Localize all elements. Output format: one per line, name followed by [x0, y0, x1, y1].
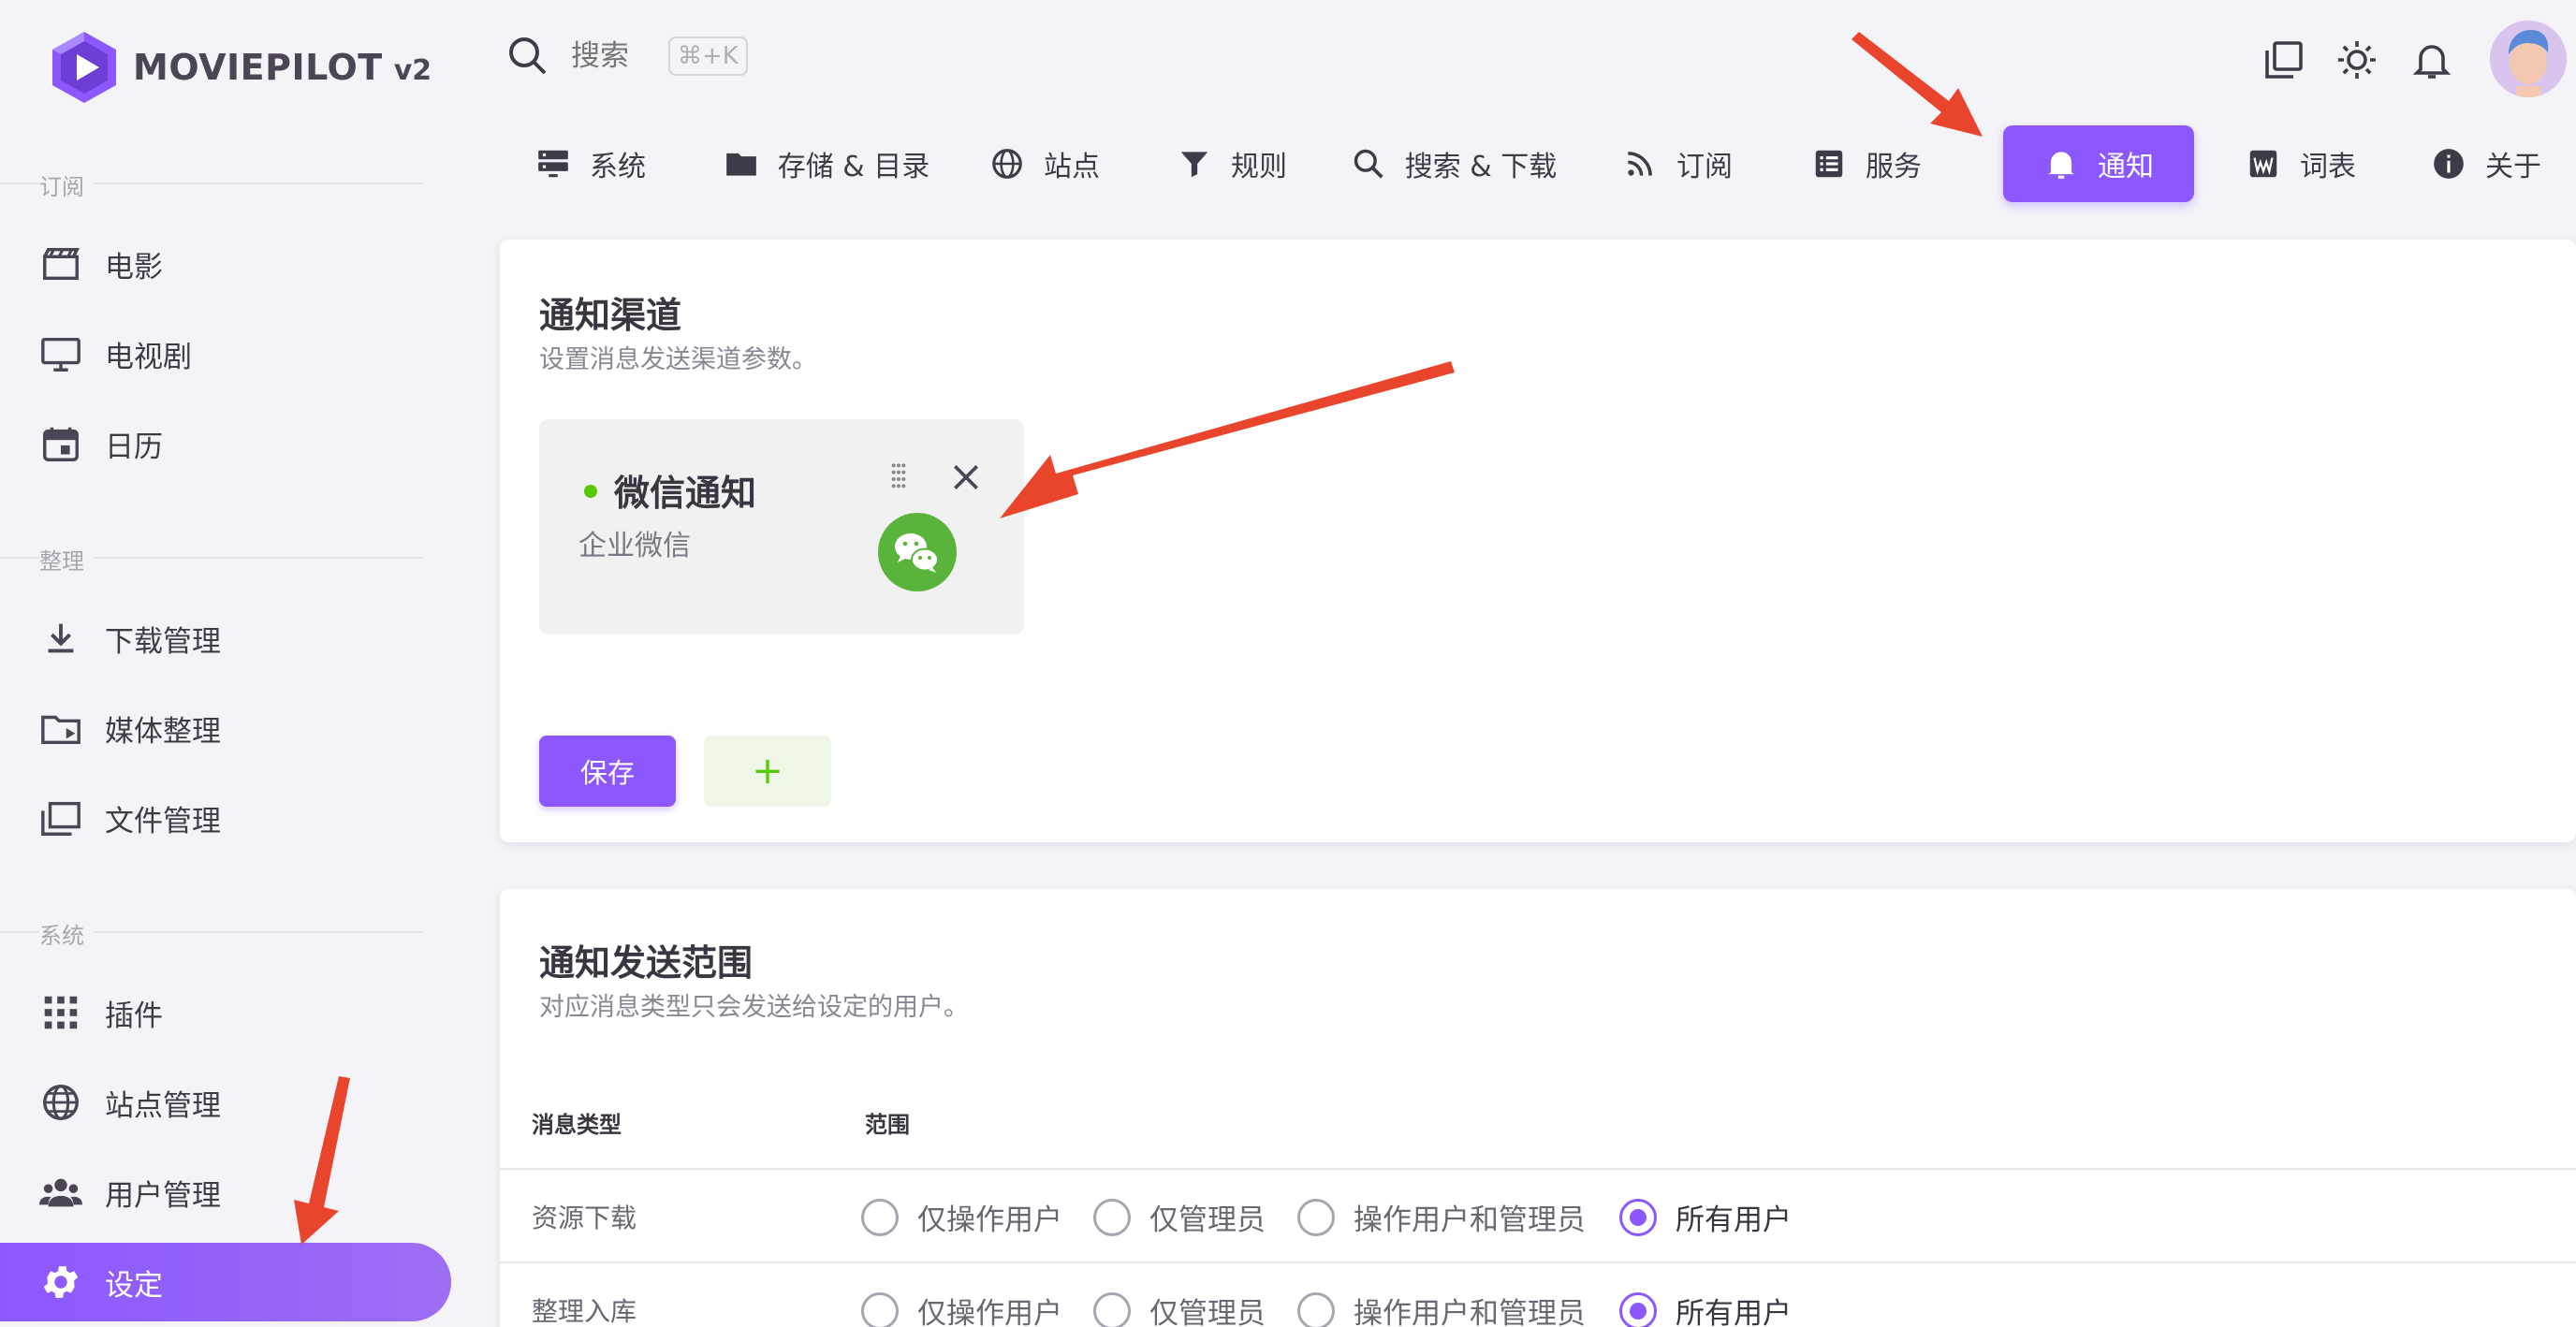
tab-services[interactable]: 服务: [1795, 125, 1938, 202]
apps-grid-icon: [44, 996, 78, 1029]
sidebar-item-users[interactable]: 用户管理: [0, 1153, 451, 1232]
add-channel-button[interactable]: +: [704, 736, 831, 807]
radio-operator-and-admin[interactable]: 操作用户和管理员: [1297, 1196, 1586, 1238]
sidebar-item-downloads[interactable]: 下载管理: [0, 599, 451, 678]
server-icon: [538, 150, 568, 178]
windows-icon[interactable]: [2261, 37, 2306, 82]
theme-sun-icon[interactable]: [2334, 37, 2379, 82]
folder-play-icon: [41, 715, 80, 745]
sidebar-item-label: 文件管理: [105, 804, 221, 838]
sidebar-item-label: 电影: [105, 250, 163, 284]
card-subtitle: 设置消息发送渠道参数。: [539, 345, 817, 374]
message-type-label: 整理入库: [532, 1296, 637, 1327]
radio-admin-only[interactable]: 仅管理员: [1093, 1290, 1266, 1327]
sidebar-item-label: 媒体整理: [105, 714, 221, 749]
search-shortcut-badge: ⌘+K: [668, 36, 748, 76]
app-logo[interactable]: MOVIEPILOT v2: [49, 28, 432, 107]
sidebar: MOVIEPILOT v2 订阅 电影 电视剧 日历 整理 下载管理 媒体整理 …: [0, 0, 468, 1327]
close-icon[interactable]: [947, 459, 985, 496]
message-type-label: 资源下载: [532, 1203, 637, 1233]
sidebar-item-media-organize[interactable]: 媒体整理: [0, 689, 451, 767]
card-title: 通知发送范围: [539, 942, 754, 984]
drag-handle-icon[interactable]: [884, 460, 914, 490]
notification-channels-card: 通知渠道 设置消息发送渠道参数。 微信通知 企业微信 保存 +: [500, 240, 2576, 842]
filter-icon: [1180, 152, 1208, 178]
tab-wordlist[interactable]: 词表: [2230, 125, 2372, 202]
gear-icon: [43, 1266, 79, 1298]
app-name: MOVIEPILOT: [133, 47, 383, 88]
sidebar-item-label: 日历: [105, 430, 163, 464]
tab-rules[interactable]: 规则: [1161, 125, 1303, 202]
nav-section-organize: 整理: [0, 543, 423, 576]
sidebar-item-label: 设定: [105, 1268, 163, 1303]
tab-sites[interactable]: 站点: [973, 125, 1116, 202]
settings-tabs: 系统 存储 & 目录 站点 规则 搜索 & 下载 订阅 服务 通知 词表 关于: [505, 125, 2576, 202]
table-row: 整理入库 仅操作用户 仅管理员 操作用户和管理员 所有用户: [500, 1261, 2576, 1327]
sidebar-item-sites[interactable]: 站点管理: [0, 1063, 451, 1142]
tab-system[interactable]: 系统: [505, 125, 676, 202]
users-icon: [39, 1178, 82, 1207]
search-icon: [509, 37, 547, 75]
moviepilot-logo-icon: [52, 32, 116, 103]
sidebar-item-label: 电视剧: [105, 340, 192, 374]
channel-status-dot: [584, 485, 597, 498]
channel-card-wechat[interactable]: 微信通知 企业微信: [539, 419, 1024, 634]
table-row: 资源下载 仅操作用户 仅管理员 操作用户和管理员 所有用户: [500, 1168, 2576, 1261]
save-button[interactable]: 保存: [539, 736, 676, 807]
nav-section-subscribe: 订阅: [0, 168, 423, 201]
bell-icon: [2047, 152, 2075, 179]
sidebar-item-settings[interactable]: 设定: [0, 1243, 451, 1321]
word-icon: [2249, 150, 2277, 178]
download-icon: [48, 623, 74, 653]
sidebar-item-calendar[interactable]: 日历: [0, 404, 451, 483]
sidebar-item-label: 用户管理: [105, 1178, 221, 1213]
search-icon: [1354, 149, 1383, 179]
avatar-image: [2490, 21, 2567, 97]
channel-type: 企业微信: [578, 530, 691, 562]
tab-about[interactable]: 关于: [2415, 125, 2557, 202]
radio-operator-and-admin[interactable]: 操作用户和管理员: [1297, 1290, 1586, 1327]
sidebar-item-tv[interactable]: 电视剧: [0, 314, 451, 393]
column-header-type: 消息类型: [532, 1112, 622, 1138]
tab-subscribe[interactable]: 订阅: [1606, 125, 1749, 202]
radio-operator-only[interactable]: 仅操作用户: [861, 1196, 1062, 1238]
nav-section-system: 系统: [0, 917, 423, 950]
calendar-icon: [43, 427, 79, 461]
sidebar-item-plugins[interactable]: 插件: [0, 973, 451, 1052]
rss-icon: [1628, 152, 1652, 176]
radio-all-users[interactable]: 所有用户: [1619, 1290, 1792, 1327]
info-icon: [2434, 149, 2464, 179]
sidebar-item-label: 站点管理: [105, 1088, 221, 1123]
movie-icon: [43, 247, 80, 281]
files-icon: [41, 801, 80, 836]
sidebar-item-movies[interactable]: 电影: [0, 225, 451, 303]
tab-notifications[interactable]: 通知: [2003, 125, 2194, 202]
tab-search-download[interactable]: 搜索 & 下载: [1339, 125, 1569, 202]
search-input[interactable]: [571, 39, 655, 73]
bell-icon[interactable]: [2409, 37, 2454, 82]
channel-name: 微信通知: [614, 473, 757, 514]
list-icon: [1815, 150, 1843, 178]
app-version: v2: [393, 53, 432, 87]
annotation-arrow-tabs: [1852, 32, 1983, 137]
folder-icon: [725, 153, 756, 176]
global-search[interactable]: ⌘+K: [505, 34, 748, 79]
card-subtitle: 对应消息类型只会发送给设定的用户。: [539, 993, 969, 1022]
sidebar-item-files[interactable]: 文件管理: [0, 779, 451, 857]
radio-operator-only[interactable]: 仅操作用户: [861, 1290, 1062, 1327]
tv-icon: [41, 337, 80, 372]
wechat-icon: [878, 513, 957, 591]
column-header-scope: 范围: [865, 1112, 910, 1138]
globe-icon: [992, 149, 1022, 179]
tab-storage[interactable]: 存储 & 目录: [713, 125, 940, 202]
card-title: 通知渠道: [539, 295, 682, 336]
globe-icon: [43, 1085, 79, 1120]
radio-all-users[interactable]: 所有用户: [1619, 1196, 1792, 1238]
user-avatar[interactable]: [2490, 21, 2567, 97]
sidebar-item-label: 下载管理: [105, 624, 221, 659]
notification-scope-card: 通知发送范围 对应消息类型只会发送给设定的用户。 消息类型 范围 资源下载 仅操…: [500, 889, 2576, 1327]
radio-admin-only[interactable]: 仅管理员: [1093, 1196, 1266, 1238]
sidebar-item-label: 插件: [105, 999, 163, 1033]
